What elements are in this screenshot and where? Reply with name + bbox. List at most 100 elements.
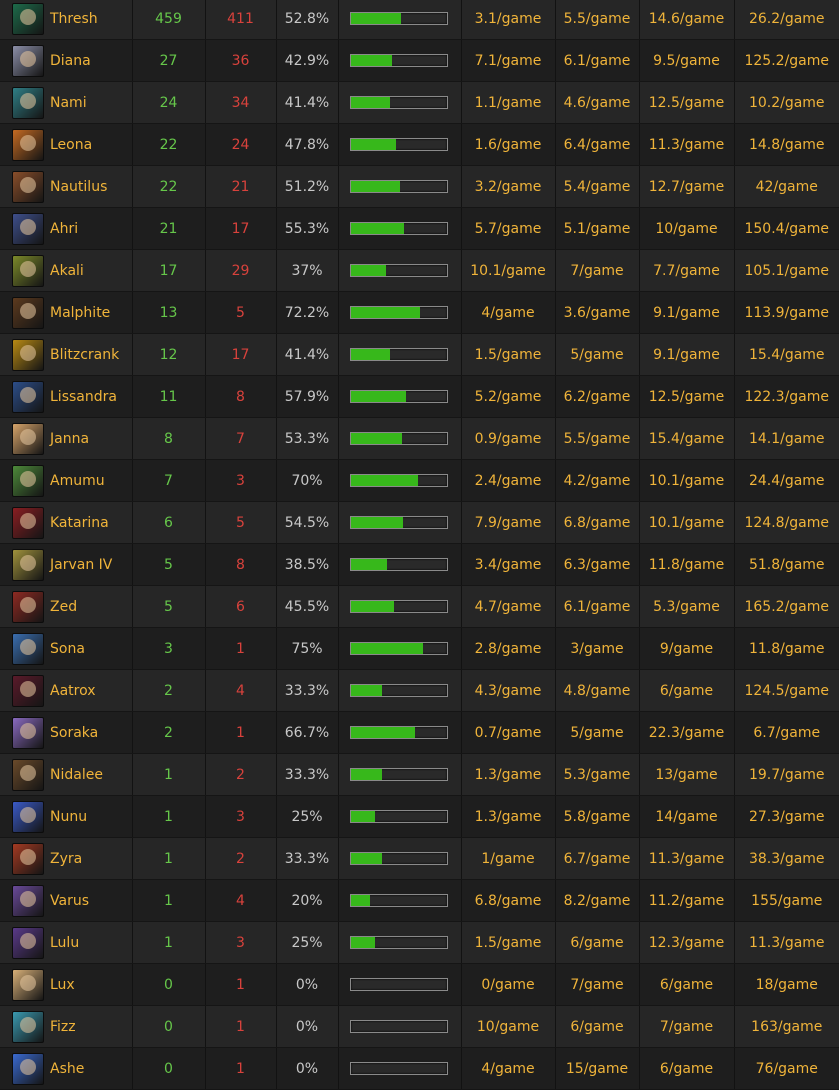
table-row[interactable]: Janna 8 7 53.3% 0.9/game 5.5/game 15.4/game 14.… bbox=[0, 417, 839, 460]
champion-name[interactable]: Malphite bbox=[50, 305, 110, 321]
champion-name[interactable]: Nami bbox=[50, 95, 87, 111]
champion-name[interactable]: Ahri bbox=[50, 221, 78, 237]
champion-cell[interactable]: Lissandra bbox=[0, 375, 133, 418]
lux-portrait-icon[interactable] bbox=[12, 968, 44, 1001]
table-row[interactable]: Aatrox 2 4 33.3% 4.3/game 4.8/game 6/game 124.5… bbox=[0, 669, 839, 712]
lissandra-portrait-icon[interactable] bbox=[12, 380, 44, 413]
katarina-portrait-icon[interactable] bbox=[12, 506, 44, 539]
champion-name[interactable]: Diana bbox=[50, 53, 91, 69]
blitzcrank-portrait-icon[interactable] bbox=[12, 338, 44, 371]
champion-cell[interactable]: Thresh bbox=[0, 0, 133, 40]
champion-name[interactable]: Janna bbox=[50, 431, 89, 447]
champion-cell[interactable]: Aatrox bbox=[0, 669, 133, 712]
champion-name[interactable]: Fizz bbox=[50, 1019, 76, 1035]
champion-name[interactable]: Akali bbox=[50, 263, 84, 279]
champion-name[interactable]: Leona bbox=[50, 137, 92, 153]
table-row[interactable]: Diana 27 36 42.9% 7.1/game 6.1/game 9.5/game 12… bbox=[0, 39, 839, 82]
table-row[interactable]: Lissandra 11 8 57.9% 5.2/game 6.2/game 12.5/ga… bbox=[0, 375, 839, 418]
champion-cell[interactable]: Nunu bbox=[0, 795, 133, 838]
lulu-portrait-icon[interactable] bbox=[12, 926, 44, 959]
table-row[interactable]: Sona 3 1 75% 2.8/game 3/game 9/game 11.8/game bbox=[0, 627, 839, 670]
nunu-portrait-icon[interactable] bbox=[12, 800, 44, 833]
table-row[interactable]: Amumu 7 3 70% 2.4/game 4.2/game 10.1/game 24.4/… bbox=[0, 459, 839, 502]
champion-name[interactable]: Lulu bbox=[50, 935, 79, 951]
champion-name[interactable]: Thresh bbox=[50, 11, 98, 27]
champion-cell[interactable]: Lux bbox=[0, 963, 133, 1006]
champion-name[interactable]: Amumu bbox=[50, 473, 105, 489]
table-row[interactable]: Zyra 1 2 33.3% 1/game 6.7/game 11.3/game 38.3/g… bbox=[0, 837, 839, 880]
akali-portrait-icon[interactable] bbox=[12, 254, 44, 287]
champion-name[interactable]: Nunu bbox=[50, 809, 87, 825]
champion-name[interactable]: Nautilus bbox=[50, 179, 107, 195]
nami-portrait-icon[interactable] bbox=[12, 86, 44, 119]
champion-cell[interactable]: Fizz bbox=[0, 1005, 133, 1048]
champion-cell[interactable]: Jarvan IV bbox=[0, 543, 133, 586]
table-row[interactable]: Akali 17 29 37% 10.1/game 7/game 7.7/game 105.1… bbox=[0, 249, 839, 292]
champion-cell[interactable]: Nautilus bbox=[0, 165, 133, 208]
champion-cell[interactable]: Soraka bbox=[0, 711, 133, 754]
table-row[interactable]: Zed 5 6 45.5% 4.7/game 6.1/game 5.3/game 165.2/… bbox=[0, 585, 839, 628]
champion-cell[interactable]: Janna bbox=[0, 417, 133, 460]
diana-portrait-icon[interactable] bbox=[12, 44, 44, 77]
table-row[interactable]: Lulu 1 3 25% 1.5/game 6/game 12.3/game 11.3/gam… bbox=[0, 921, 839, 964]
table-row[interactable]: Thresh 459 411 52.8% 3.1/game 5.5/game 14.6/ga… bbox=[0, 0, 839, 40]
champion-name[interactable]: Lissandra bbox=[50, 389, 117, 405]
champion-cell[interactable]: Amumu bbox=[0, 459, 133, 502]
champion-cell[interactable]: Varus bbox=[0, 879, 133, 922]
table-row[interactable]: Leona 22 24 47.8% 1.6/game 6.4/game 11.3/game 1… bbox=[0, 123, 839, 166]
janna-portrait-icon[interactable] bbox=[12, 422, 44, 455]
champion-cell[interactable]: Ahri bbox=[0, 207, 133, 250]
nidalee-portrait-icon[interactable] bbox=[12, 758, 44, 791]
table-row[interactable]: Nidalee 1 2 33.3% 1.3/game 5.3/game 13/game 19.… bbox=[0, 753, 839, 796]
aatrox-portrait-icon[interactable] bbox=[12, 674, 44, 707]
jarvan-iv-portrait-icon[interactable] bbox=[12, 548, 44, 581]
champion-cell[interactable]: Leona bbox=[0, 123, 133, 166]
champion-name[interactable]: Sona bbox=[50, 641, 85, 657]
soraka-portrait-icon[interactable] bbox=[12, 716, 44, 749]
champion-cell[interactable]: Akali bbox=[0, 249, 133, 292]
leona-portrait-icon[interactable] bbox=[12, 128, 44, 161]
champion-cell[interactable]: Zed bbox=[0, 585, 133, 628]
table-row[interactable]: Fizz 0 1 0% 10/game 6/game 7/game 163/game bbox=[0, 1005, 839, 1048]
table-row[interactable]: Soraka 2 1 66.7% 0.7/game 5/game 22.3/game 6.7/… bbox=[0, 711, 839, 754]
champion-cell[interactable]: Sona bbox=[0, 627, 133, 670]
champion-name[interactable]: Soraka bbox=[50, 725, 98, 741]
champion-name[interactable]: Lux bbox=[50, 977, 75, 993]
malphite-portrait-icon[interactable] bbox=[12, 296, 44, 329]
zed-portrait-icon[interactable] bbox=[12, 590, 44, 623]
table-row[interactable]: Jarvan IV 5 8 38.5% 3.4/game 6.3/game 11.8/gam… bbox=[0, 543, 839, 586]
zyra-portrait-icon[interactable] bbox=[12, 842, 44, 875]
table-row[interactable]: Lux 0 1 0% 0/game 7/game 6/game 18/game bbox=[0, 963, 839, 1006]
table-row[interactable]: Nunu 1 3 25% 1.3/game 5.8/game 14/game 27.3/gam… bbox=[0, 795, 839, 838]
ashe-portrait-icon[interactable] bbox=[12, 1052, 44, 1085]
champion-cell[interactable]: Diana bbox=[0, 39, 133, 82]
sona-portrait-icon[interactable] bbox=[12, 632, 44, 665]
table-row[interactable]: Katarina 6 5 54.5% 7.9/game 6.8/game 10.1/game… bbox=[0, 501, 839, 544]
champion-name[interactable]: Zyra bbox=[50, 851, 82, 867]
amumu-portrait-icon[interactable] bbox=[12, 464, 44, 497]
champion-cell[interactable]: Zyra bbox=[0, 837, 133, 880]
champion-cell[interactable]: Blitzcrank bbox=[0, 333, 133, 376]
varus-portrait-icon[interactable] bbox=[12, 884, 44, 917]
table-row[interactable]: Nautilus 22 21 51.2% 3.2/game 5.4/game 12.7/ga… bbox=[0, 165, 839, 208]
champion-cell[interactable]: Lulu bbox=[0, 921, 133, 964]
champion-name[interactable]: Katarina bbox=[50, 515, 109, 531]
fizz-portrait-icon[interactable] bbox=[12, 1010, 44, 1043]
table-row[interactable]: Varus 1 4 20% 6.8/game 8.2/game 11.2/game 155/g… bbox=[0, 879, 839, 922]
table-row[interactable]: Nami 24 34 41.4% 1.1/game 4.6/game 12.5/game 10… bbox=[0, 81, 839, 124]
champion-name[interactable]: Blitzcrank bbox=[50, 347, 119, 363]
champion-cell[interactable]: Katarina bbox=[0, 501, 133, 544]
champion-name[interactable]: Ashe bbox=[50, 1061, 84, 1077]
champion-cell[interactable]: Nami bbox=[0, 81, 133, 124]
table-row[interactable]: Malphite 13 5 72.2% 4/game 3.6/game 9.1/game 11… bbox=[0, 291, 839, 334]
nautilus-portrait-icon[interactable] bbox=[12, 170, 44, 203]
champion-cell[interactable]: Ashe bbox=[0, 1047, 133, 1090]
champion-name[interactable]: Varus bbox=[50, 893, 89, 909]
table-row[interactable]: Ahri 21 17 55.3% 5.7/game 5.1/game 10/game 150.… bbox=[0, 207, 839, 250]
champion-name[interactable]: Aatrox bbox=[50, 683, 96, 699]
champion-name[interactable]: Zed bbox=[50, 599, 77, 615]
champion-name[interactable]: Jarvan IV bbox=[50, 557, 112, 573]
table-row[interactable]: Blitzcrank 12 17 41.4% 1.5/game 5/game 9.1/gam… bbox=[0, 333, 839, 376]
table-row[interactable]: Ashe 0 1 0% 4/game 15/game 6/game 76/game bbox=[0, 1047, 839, 1090]
champion-name[interactable]: Nidalee bbox=[50, 767, 103, 783]
